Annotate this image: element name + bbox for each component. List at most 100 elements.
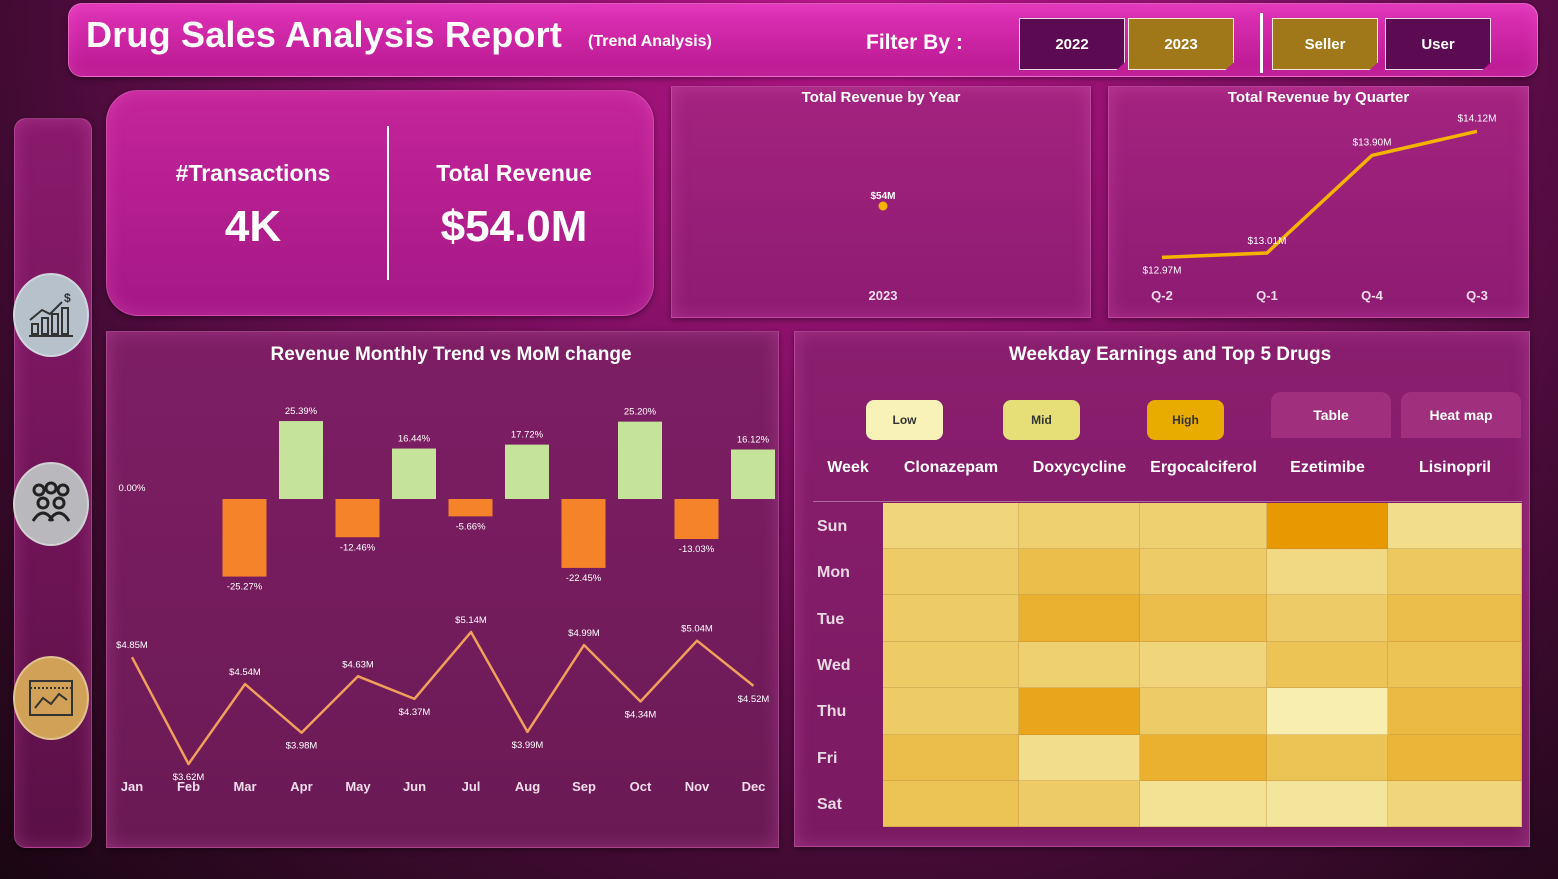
filter-seller-button[interactable]: Seller: [1272, 18, 1378, 70]
heatmap-cell: [1140, 781, 1267, 827]
heatmap-col-clonazepam: Clonazepam: [903, 459, 999, 476]
heatmap-view-button[interactable]: Heat map: [1401, 392, 1521, 438]
nav-trend-button[interactable]: [13, 656, 89, 740]
page-title: Drug Sales Analysis Report: [86, 14, 563, 55]
revenue-label: $4.34M: [625, 709, 657, 720]
heatmap-row-sat: Sat: [817, 796, 842, 813]
mom-label: 16.12%: [737, 435, 770, 446]
table-view-button[interactable]: Table: [1271, 392, 1391, 438]
revenue-label: $4.52M: [738, 694, 770, 705]
heatmap-cell: [1388, 549, 1522, 595]
mom-bar: [674, 499, 719, 540]
mom-bar: [222, 499, 267, 577]
heatmap-cell: [1019, 595, 1140, 642]
quarter-line: [1161, 129, 1478, 260]
quarter-value-label: $13.90M: [1353, 137, 1392, 148]
mom-bar: [561, 499, 606, 568]
filter-label: Filter By :: [866, 31, 963, 54]
heatmap-cell: [883, 595, 1019, 642]
heatmap-row-header: Week: [827, 459, 869, 476]
month-tick-label: Dec: [742, 779, 766, 794]
heatmap-cell: [1388, 781, 1522, 827]
heatmap-cell: [1267, 688, 1388, 735]
quarter-chart-title: Total Revenue by Quarter: [1227, 89, 1410, 106]
mom-label: -22.45%: [566, 573, 602, 584]
heatmap-cell: [1019, 781, 1140, 827]
people-group-icon: [31, 481, 71, 522]
heatmap-header-rule: [813, 501, 1522, 502]
revenue-label: $4.99M: [568, 628, 600, 639]
legend-low: Low: [866, 400, 943, 440]
quarter-tick-label: Q-1: [1256, 288, 1278, 303]
mom-label: -5.66%: [455, 521, 486, 532]
heatmap-cell: [1388, 595, 1522, 642]
heatmap-cell: [1019, 503, 1140, 549]
mom-label: 17.72%: [511, 430, 544, 441]
heatmap-row-wed: Wed: [817, 657, 851, 674]
mom-bar: [279, 421, 323, 499]
filter-2023-button[interactable]: 2023: [1128, 18, 1234, 70]
heatmap-cell: [883, 735, 1019, 781]
month-tick-label: Apr: [290, 779, 312, 794]
month-tick-label: Mar: [233, 779, 256, 794]
heatmap-cell: [1140, 549, 1267, 595]
nav-users-button[interactable]: [13, 462, 89, 546]
heatmap-col-doxycycline: Doxycycline: [1032, 459, 1127, 476]
mom-label: 25.39%: [285, 406, 318, 417]
filter-2022-button[interactable]: 2022: [1019, 18, 1125, 70]
revenue-value: $54.0M: [440, 202, 588, 251]
heatmap-cell: [883, 688, 1019, 735]
heatmap-row-fri: Fri: [817, 750, 838, 767]
revenue-label: $5.14M: [455, 615, 487, 626]
heatmap-row-thu: Thu: [817, 703, 847, 720]
revenue-label: $4.37M: [399, 707, 431, 718]
heatmap-cell: [1019, 642, 1140, 688]
heatmap-col-ergocalciferol: Ergocalciferol: [1150, 459, 1257, 476]
mom-bar: [448, 499, 493, 517]
quarter-value-label: $12.97M: [1143, 265, 1182, 276]
year-tick-label: 2023: [869, 288, 898, 303]
heatmap-row-mon: Mon: [817, 564, 850, 581]
monthly-chart: 0.00% -25.27% 25.39% -12.46% 16.44% -5.66% 17.…: [116, 406, 775, 794]
heatmap-cell: [883, 549, 1019, 595]
year-point: [878, 201, 888, 211]
month-tick-label: Feb: [177, 779, 200, 794]
svg-text:$: $: [64, 291, 71, 305]
quarter-tick-label: Q-2: [1151, 288, 1173, 303]
mom-bar: [392, 448, 436, 499]
quarter-value-label: $14.12M: [1458, 113, 1497, 124]
quarter-tick-label: Q-4: [1361, 288, 1383, 303]
month-tick-label: Jan: [121, 779, 143, 794]
month-tick-label: Jun: [403, 779, 426, 794]
finance-chart-icon: $: [29, 291, 73, 337]
revenue-label: $4.54M: [229, 667, 261, 678]
heatmap-cell: [1388, 735, 1522, 781]
month-tick-label: Oct: [630, 779, 652, 794]
month-tick-label: Jul: [462, 779, 481, 794]
mom-label: 25.20%: [624, 407, 657, 418]
kpi-divider: [387, 126, 389, 280]
heatmap-cell: [1140, 688, 1267, 735]
month-tick-label: Nov: [685, 779, 710, 794]
heatmap-cell: [1267, 503, 1388, 549]
revenue-label: $3.98M: [286, 741, 318, 752]
nav-finance-button[interactable]: $: [13, 273, 89, 357]
heatmap-row-sun: Sun: [817, 518, 848, 535]
heatmap-cell: [1140, 503, 1267, 549]
revenue-line: [130, 630, 755, 766]
mom-bar: [731, 449, 775, 499]
revenue-label: $3.99M: [512, 740, 544, 751]
heatmap-cell: [1267, 735, 1388, 781]
filter-user-button[interactable]: User: [1385, 18, 1491, 70]
mom-bar: [505, 444, 549, 499]
monthly-chart-title: Revenue Monthly Trend vs MoM change: [270, 344, 632, 365]
year-chart: $54M 2023: [869, 191, 898, 303]
mom-label: -25.27%: [227, 582, 263, 593]
heatmap-cell: [1140, 595, 1267, 642]
year-point-label: $54M: [870, 191, 895, 202]
mom-bar: [335, 499, 380, 538]
revenue-label: $4.63M: [342, 659, 374, 670]
month-tick-label: Aug: [515, 779, 540, 794]
heatmap-cell: [1267, 549, 1388, 595]
revenue-label: $4.85M: [116, 640, 148, 651]
